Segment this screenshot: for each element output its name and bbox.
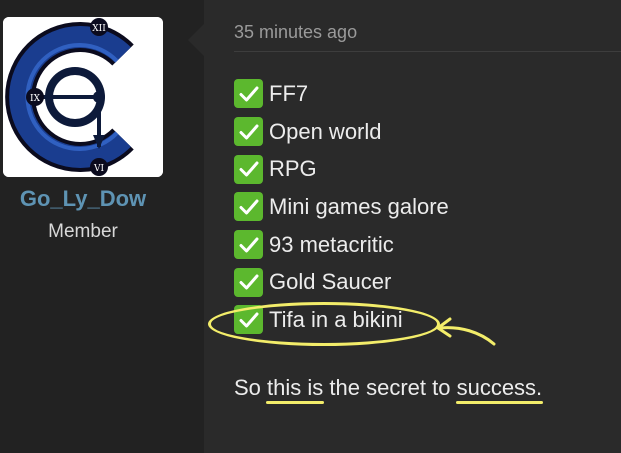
- svg-text:VI: VI: [93, 164, 104, 174]
- checklist-item-text: RPG: [269, 156, 317, 182]
- annotation-arrow-icon: [436, 317, 496, 346]
- check-mark-icon: [234, 305, 263, 335]
- checklist-item: RPG: [234, 150, 449, 188]
- checklist-item-text: Mini games galore: [269, 193, 449, 219]
- user-sidebar: XII IX VI Go_Ly_Dow Member: [0, 0, 204, 453]
- checklist-item: FF7: [234, 75, 449, 113]
- post-timestamp[interactable]: 35 minutes ago: [234, 22, 357, 43]
- check-mark-icon: [234, 79, 263, 109]
- message-divider: [234, 51, 621, 52]
- check-mark-icon: [234, 192, 263, 222]
- svg-text:XII: XII: [92, 24, 106, 34]
- check-mark-icon: [234, 154, 263, 184]
- caption-highlight-success: success.: [455, 375, 543, 404]
- avatar[interactable]: XII IX VI: [3, 17, 163, 177]
- checklist-item: Gold Saucer: [234, 263, 449, 301]
- check-mark-icon: [234, 267, 263, 297]
- checklist-item: Open world: [234, 113, 449, 151]
- svg-text:IX: IX: [30, 94, 41, 104]
- checklist-item-text: 93 metacritic: [269, 231, 394, 257]
- message-pointer-arrow: [188, 24, 204, 56]
- caption-highlight-this-is: this is: [266, 375, 325, 404]
- checklist-item-text: Gold Saucer: [269, 269, 392, 295]
- check-mark-icon: [234, 117, 263, 147]
- caption-text-before: So: [234, 375, 268, 400]
- checklist-item: Mini games galore: [234, 188, 449, 226]
- clock-c-logo-icon: XII IX VI: [3, 17, 163, 177]
- message-caption: So this is the secret to success.: [234, 375, 543, 404]
- check-mark-icon: [234, 230, 263, 260]
- checklist-item-circled: Tifa in a bikini: [234, 301, 449, 339]
- checklist-item-text: Tifa in a bikini: [269, 306, 403, 332]
- username-link[interactable]: Go_Ly_Dow: [0, 186, 166, 212]
- caption-text-middle: the secret to: [323, 375, 457, 400]
- user-role-title: Member: [48, 221, 118, 242]
- checklist: FF7 Open world RPG Mini games galore 93 …: [234, 75, 449, 339]
- message-body: 35 minutes ago FF7 Open world RPG Mini g…: [204, 0, 621, 453]
- checklist-item: 93 metacritic: [234, 226, 449, 264]
- checklist-item-text: FF7: [269, 80, 309, 106]
- checklist-item-text: Open world: [269, 118, 382, 144]
